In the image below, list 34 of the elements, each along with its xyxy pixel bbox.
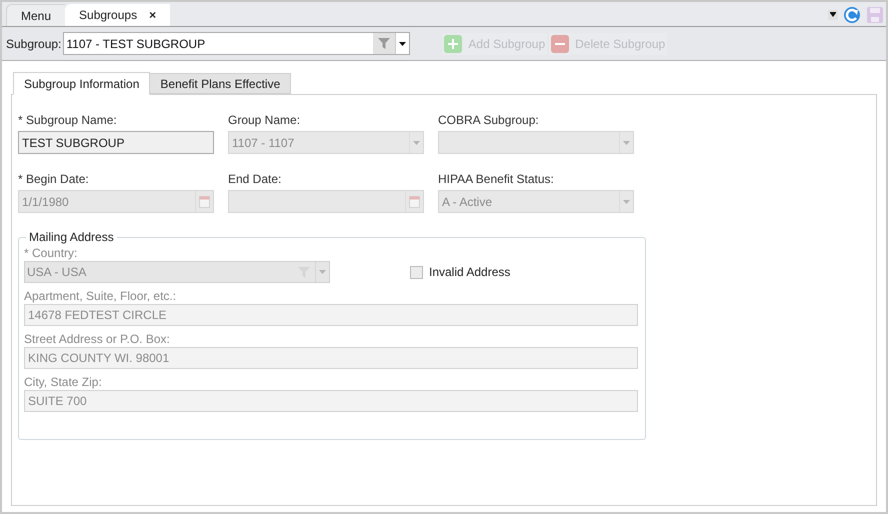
minus-icon [551, 34, 570, 52]
refresh-icon[interactable] [843, 6, 861, 24]
calendar-icon [409, 196, 420, 208]
subgroup-dropdown[interactable]: 1107 - TEST SUBGROUP [63, 32, 410, 55]
caret-icon [319, 270, 326, 274]
document-tab[interactable]: Subgroups × [65, 4, 170, 26]
field-label: HIPAA Benefit Status: [438, 171, 555, 188]
field-label: Street Address or P.O. Box: [24, 331, 171, 347]
field-label: COBRA Subgroup: [438, 112, 540, 129]
field-label: End Date: [228, 171, 282, 188]
caret-icon [623, 200, 630, 204]
field-label: * Subgroup Name: [18, 112, 118, 129]
group-title: Mailing Address [28, 229, 115, 246]
calendar-icon [199, 196, 210, 208]
subgroup-label: Subgroup: [6, 36, 62, 52]
caret-icon[interactable] [828, 10, 838, 20]
document-tab[interactable]: Menu [6, 4, 66, 26]
caret-icon [413, 140, 420, 144]
field-label: * Country: [24, 246, 78, 261]
caret-icon [623, 140, 630, 144]
field-label: Group Name: [228, 112, 302, 129]
checkbox-label: Invalid Address [429, 264, 510, 281]
field-label: Apartment, Suite, Floor, etc.: [24, 288, 178, 304]
field-label: City, State Zip: [24, 374, 103, 390]
invalid-address-checkbox[interactable] [410, 266, 423, 278]
filter-icon [378, 37, 390, 50]
close-button[interactable]: × [149, 6, 156, 24]
caret-icon [399, 42, 406, 46]
field-label: * Begin Date: [18, 171, 90, 188]
form-tab[interactable]: Subgroup Information [13, 72, 150, 95]
form-tab[interactable]: Benefit Plans Effective [150, 73, 292, 94]
input-field[interactable]: TEST SUBGROUP [18, 131, 214, 154]
plus-icon [444, 34, 462, 52]
save-icon[interactable] [866, 6, 884, 24]
